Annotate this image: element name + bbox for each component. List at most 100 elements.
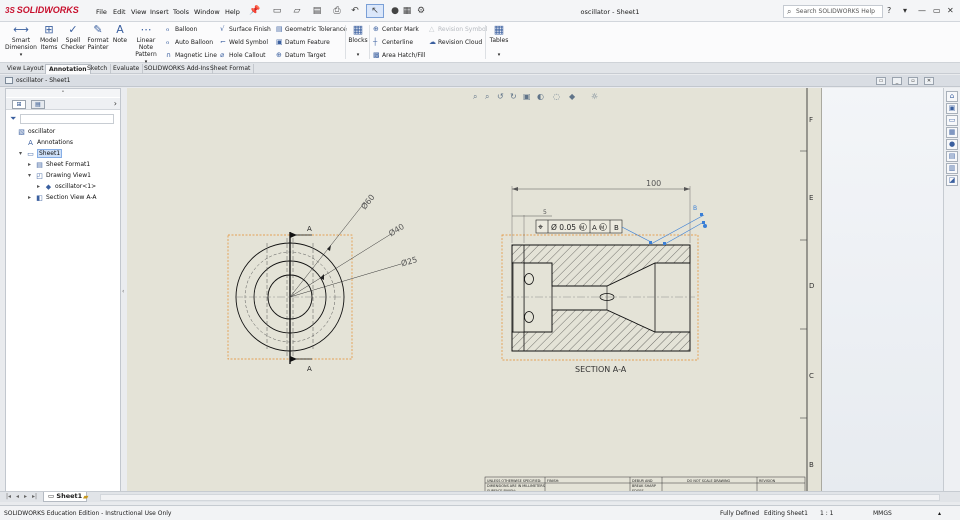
hide-show-icon[interactable]: ◆ (569, 92, 576, 101)
weld-symbol-button[interactable]: ⌐ Weld Symbol (220, 38, 268, 46)
solidworks-forum-icon[interactable]: ▥ (946, 163, 958, 174)
solidworks-logo[interactable]: 3S SOLIDWORKS (5, 5, 79, 15)
revision-symbol-button[interactable]: △ Revision Symbol (429, 25, 487, 33)
tables-button[interactable]: ▦ Tables ▾ (488, 24, 510, 59)
tree-item[interactable]: ▸ ◆ oscillator<1> (37, 182, 96, 192)
panel-grip[interactable]: • (6, 89, 120, 97)
hole-callout-button[interactable]: ⌀ Hole Callout (220, 51, 265, 59)
view-setting-icon[interactable]: ◌ (553, 92, 560, 101)
center-mark-button[interactable]: ⊕ Center Mark (373, 25, 419, 33)
smart-dimension-button[interactable]: ⟷ Smart Dimension ▾ (5, 24, 37, 59)
menu-edit[interactable]: Edit (113, 8, 126, 16)
collapse-toggle-icon[interactable]: ▸ (28, 160, 35, 170)
doc-minimize-icon[interactable]: _ (892, 77, 902, 85)
search-input[interactable]: ⌕ Search SOLIDWORKS Help (783, 5, 883, 18)
next-sheet-icon[interactable]: ▸ (24, 493, 27, 500)
undo-icon[interactable]: ↶ (346, 4, 364, 18)
menu-help[interactable]: Help (225, 8, 240, 16)
blocks-button[interactable]: ▦ Blocks ▾ (348, 24, 368, 59)
tree-item[interactable]: ▸ ◧ Section View A-A (28, 193, 96, 203)
first-sheet-icon[interactable]: |◂ (6, 493, 11, 500)
drawing-view-front[interactable]: A A Ø60 Ø40 Ø25 (227, 192, 419, 373)
format-painter-button[interactable]: ✎ Format Painter (85, 24, 111, 52)
options-icon[interactable]: ⚙ (412, 4, 430, 18)
tree-item[interactable]: A Annotations (19, 138, 73, 148)
tab-solidworks-add-ins[interactable]: SOLIDWORKS Add-Ins (141, 64, 214, 74)
collaboration-icon[interactable]: ◪ (946, 175, 958, 186)
dimension-diameter-25[interactable]: Ø25 (400, 254, 419, 268)
dimension-diameter-40[interactable]: Ø40 (387, 221, 406, 238)
collapse-panel-icon[interactable]: ‹ (122, 288, 124, 295)
filter-icon[interactable]: ⏷ (10, 114, 16, 124)
magnetic-line-button[interactable]: ∩ Magnetic Line (166, 51, 217, 59)
drawing-view-section[interactable]: 100 5 ⌖ Ø 0.05 M A M B B SECTION A-A (501, 179, 707, 374)
dimension-5[interactable]: 5 (543, 209, 547, 216)
graphics-area[interactable]: ⌕ ⌕ ↺ ↻ ▣ ◐ ◌ ◆ ☼ F E D C B A A Ø60 Ø40 … (127, 88, 822, 494)
previous-sheet-icon[interactable]: ◂ (16, 493, 19, 500)
close-icon[interactable]: ✕ (947, 6, 954, 15)
linear-note-pattern-button[interactable]: ⋯ Linear Note Pattern ▾ (129, 24, 163, 66)
spell-checker-button[interactable]: ✓ Spell Checker (61, 24, 85, 52)
print-icon[interactable]: ⎙ (328, 4, 346, 18)
add-sheet-icon[interactable]: ▰ (83, 493, 88, 501)
doc-close-icon[interactable]: ✕ (924, 77, 934, 85)
new-document-icon[interactable]: ▭ (268, 4, 286, 18)
collapse-toggle-icon[interactable]: ▸ (37, 182, 44, 192)
sheet-scale[interactable]: 1 : 1 (820, 510, 833, 517)
tree-item[interactable]: ▧ oscillator (10, 127, 55, 137)
model-items-button[interactable]: ⊞ Model Items (37, 24, 61, 52)
unit-system[interactable]: MMGS (873, 510, 892, 517)
pin-icon[interactable]: 📌 (246, 4, 264, 18)
doc-restore-icon[interactable]: ▭ (876, 77, 886, 85)
auto-balloon-button[interactable]: ℴ Auto Balloon (166, 38, 213, 46)
doc-tile-icon[interactable]: ▫ (908, 77, 918, 85)
tab-sheet-format[interactable]: Sheet Format (207, 64, 255, 74)
tab-sketch[interactable]: Sketch (84, 64, 112, 74)
centerline-button[interactable]: ┼ Centerline (373, 38, 413, 46)
tab-evaluate[interactable]: Evaluate (110, 64, 144, 74)
zoom-area-icon[interactable]: ⌕ (485, 92, 489, 101)
maximize-icon[interactable]: ▭ (933, 6, 941, 15)
menu-window[interactable]: Window (194, 8, 220, 16)
datum-feature-button[interactable]: ▣ Datum Feature (276, 38, 330, 46)
select-pointer-icon[interactable]: ↖ (366, 4, 384, 18)
file-explorer-icon[interactable]: ▭ (946, 115, 958, 126)
status-options-icon[interactable]: ▴ (938, 510, 941, 517)
scene-icon[interactable]: ☼ (591, 92, 598, 101)
chevron-right-icon[interactable]: › (114, 99, 117, 108)
user-icon[interactable]: ▾ (903, 6, 907, 15)
selected-note-leader[interactable]: B (621, 205, 707, 245)
menu-view[interactable]: View (131, 8, 146, 16)
geometric-tolerance-button[interactable]: ▤ Geometric Tolerance (276, 25, 347, 33)
zoom-to-fit-icon[interactable]: ⌕ (473, 92, 477, 101)
collapse-toggle-icon[interactable]: ▸ (28, 193, 35, 203)
design-library-icon[interactable]: ▣ (946, 103, 958, 114)
previous-view-icon[interactable]: ↺ (497, 92, 504, 101)
geometric-tolerance-frame[interactable]: ⌖ Ø 0.05 M A M B (535, 219, 623, 234)
feature-manager-tab-icon[interactable]: ⊞ (12, 100, 26, 109)
open-icon[interactable]: ▱ (288, 4, 306, 18)
tree-item[interactable]: ▸ ▤ Sheet Format1 (28, 160, 90, 170)
datum-target-button[interactable]: ⊕ Datum Target (276, 51, 326, 59)
menu-tools[interactable]: Tools (173, 8, 189, 16)
menu-file[interactable]: File (96, 8, 107, 16)
tree-item[interactable]: ▾ ▭ Sheet1 (19, 149, 63, 159)
save-icon[interactable]: ▤ (308, 4, 326, 18)
area-hatch-fill-button[interactable]: ▩ Area Hatch/Fill (373, 51, 425, 59)
balloon-button[interactable]: ℴ Balloon (166, 25, 197, 33)
revision-cloud-button[interactable]: ☁ Revision Cloud (429, 38, 482, 46)
display-style-icon[interactable]: ◐ (537, 92, 544, 101)
help-dropdown-icon[interactable]: ? (887, 6, 891, 15)
note-button[interactable]: A Note (111, 24, 129, 45)
filter-input[interactable] (20, 114, 114, 124)
expand-toggle-icon[interactable]: ▾ (28, 171, 35, 181)
view-palette-icon[interactable]: ▦ (946, 127, 958, 138)
dimension-length-100[interactable]: 100 (646, 179, 661, 188)
tab-view-layout[interactable]: View Layout (4, 64, 48, 74)
horizontal-scrollbar[interactable] (100, 494, 940, 501)
rotate-view-icon[interactable]: ↻ (510, 92, 517, 101)
minimize-icon[interactable]: — (918, 6, 926, 15)
drawing-sheet[interactable]: ⌕ ⌕ ↺ ↻ ▣ ◐ ◌ ◆ ☼ F E D C B A A Ø60 Ø40 … (127, 88, 822, 494)
view-orientation-icon[interactable]: ▣ (523, 92, 531, 101)
expand-toggle-icon[interactable]: ▾ (19, 149, 26, 159)
